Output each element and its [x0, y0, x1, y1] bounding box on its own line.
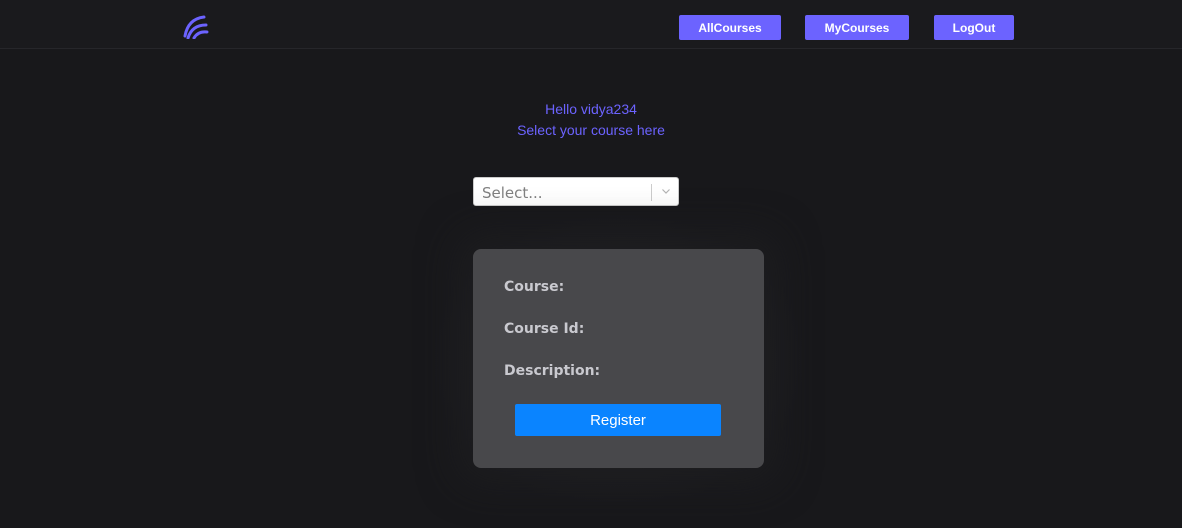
greeting-text: Hello vidya234 — [545, 101, 637, 117]
chevron-down-icon[interactable] — [659, 184, 673, 198]
course-details-card: Course: Course Id: Description: Register — [473, 249, 764, 468]
select-separator — [651, 184, 652, 201]
instruction-text: Select your course here — [517, 122, 665, 138]
navbar: AllCourses MyCourses LogOut — [0, 0, 1182, 49]
my-courses-button[interactable]: MyCourses — [805, 15, 909, 40]
course-select-placeholder: Select... — [482, 184, 543, 202]
course-label: Course: — [504, 279, 565, 295]
logout-button[interactable]: LogOut — [934, 15, 1014, 40]
register-button[interactable]: Register — [515, 404, 721, 436]
wave-logo-icon[interactable] — [182, 13, 210, 39]
greeting-block: Hello vidya234 Select your course here — [391, 99, 791, 141]
course-select[interactable]: Select... — [473, 177, 679, 206]
all-courses-button[interactable]: AllCourses — [679, 15, 781, 40]
course-registration-page: AllCourses MyCourses LogOut Hello vidya2… — [0, 0, 1182, 528]
description-label: Description: — [504, 363, 601, 379]
course-id-label: Course Id: — [504, 321, 585, 337]
